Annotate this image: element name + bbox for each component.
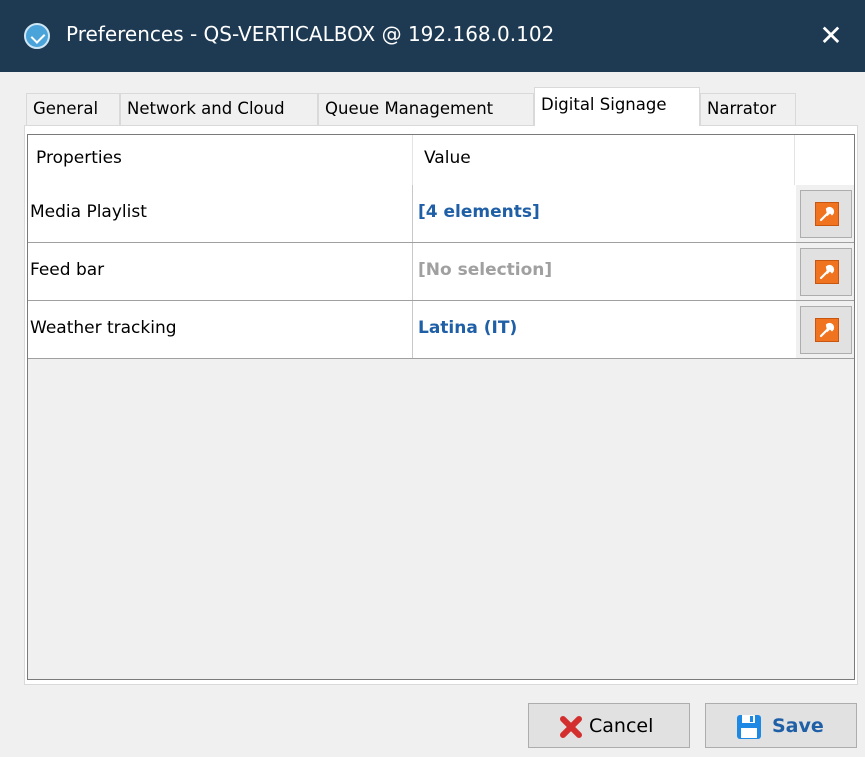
row-property: Weather tracking [30, 318, 177, 338]
header-properties: Properties [36, 148, 122, 168]
tab-digital-signage[interactable]: Digital Signage [534, 87, 700, 126]
tab-network-and-cloud[interactable]: Network and Cloud [120, 93, 318, 125]
properties-table: Properties Value Media Playlist [4 eleme… [27, 134, 855, 680]
column-divider [412, 301, 413, 358]
wrench-icon [815, 318, 839, 342]
column-divider [412, 243, 413, 300]
row-action-cell [796, 301, 854, 358]
app-logo-icon [24, 23, 50, 49]
tab-queue-management[interactable]: Queue Management [318, 93, 534, 125]
edit-weather-tracking-button[interactable] [800, 306, 852, 354]
floppy-disk-icon [737, 715, 761, 739]
save-button[interactable]: Save [705, 703, 857, 748]
wrench-icon [815, 260, 839, 284]
close-button[interactable]: ✕ [811, 16, 851, 56]
row-value: Latina (IT) [418, 318, 518, 338]
tab-narrator[interactable]: Narrator [700, 93, 796, 125]
wrench-icon [815, 202, 839, 226]
row-value: [No selection] [418, 260, 553, 280]
table-row[interactable]: Media Playlist [4 elements] [28, 185, 854, 243]
preferences-window: Preferences - QS-VERTICALBOX @ 192.168.0… [0, 0, 865, 757]
table-row[interactable]: Weather tracking Latina (IT) [28, 301, 854, 359]
save-label: Save [772, 715, 824, 737]
tab-general[interactable]: General [26, 93, 120, 125]
header-value: Value [424, 148, 471, 168]
row-property: Media Playlist [30, 202, 147, 222]
title-bar: Preferences - QS-VERTICALBOX @ 192.168.0… [0, 0, 865, 72]
cancel-button[interactable]: Cancel [528, 703, 690, 748]
row-action-cell [796, 243, 854, 300]
row-action-cell [796, 185, 854, 242]
window-title: Preferences - QS-VERTICALBOX @ 192.168.0… [66, 22, 555, 46]
header-divider [794, 135, 795, 185]
edit-feed-bar-button[interactable] [800, 248, 852, 296]
cancel-label: Cancel [589, 715, 654, 737]
table-header: Properties Value [28, 135, 854, 185]
table-row[interactable]: Feed bar [No selection] [28, 243, 854, 301]
edit-media-playlist-button[interactable] [800, 190, 852, 238]
row-property: Feed bar [30, 260, 105, 280]
column-divider [412, 185, 413, 242]
header-divider [412, 135, 413, 185]
cancel-x-icon [560, 716, 582, 738]
row-value: [4 elements] [418, 202, 540, 222]
digital-signage-panel: Properties Value Media Playlist [4 eleme… [24, 125, 858, 685]
